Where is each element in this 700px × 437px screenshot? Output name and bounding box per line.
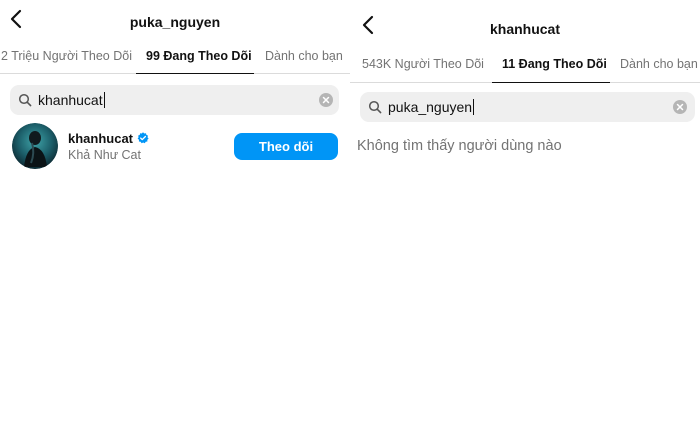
username-text: khanhucat <box>68 131 134 146</box>
tab-followers[interactable]: 543K Người Theo Dõi <box>362 57 484 71</box>
tab-for-you[interactable]: Dành cho bạn <box>265 49 343 63</box>
text-cursor <box>103 92 105 108</box>
text-cursor <box>473 99 475 115</box>
search-input[interactable]: puka_nguyen <box>388 99 475 115</box>
tab-following[interactable]: 11 Đang Theo Dõi <box>502 57 607 71</box>
search-icon <box>18 93 32 107</box>
verified-badge-icon <box>137 132 149 144</box>
search-bar[interactable]: puka_nguyen <box>360 92 695 122</box>
left-screen: puka_nguyen 2 Triệu Người Theo Dõi 99 Đa… <box>0 0 350 437</box>
full-name: Khả Như Cat <box>68 148 141 162</box>
tab-bar: 543K Người Theo Dõi 11 Đang Theo Dõi Dàn… <box>350 45 700 83</box>
avatar[interactable] <box>12 123 58 169</box>
clear-icon <box>676 103 684 111</box>
clear-search-button[interactable] <box>673 100 687 114</box>
tab-bar: 2 Triệu Người Theo Dõi 99 Đang Theo Dõi … <box>0 40 350 74</box>
clear-search-button[interactable] <box>319 93 333 107</box>
tab-followers[interactable]: 2 Triệu Người Theo Dõi <box>1 49 132 63</box>
tab-for-you[interactable]: Dành cho bạn <box>620 57 698 71</box>
active-tab-indicator <box>492 82 610 83</box>
profile-title: puka_nguyen <box>129 14 221 30</box>
search-icon <box>368 100 382 114</box>
tab-following[interactable]: 99 Đang Theo Dõi <box>146 49 252 63</box>
clear-icon <box>322 96 330 104</box>
username[interactable]: khanhucat <box>68 131 149 146</box>
no-results-message: Không tìm thấy người dùng nào <box>357 138 562 154</box>
search-input-value: khanhucat <box>38 92 103 108</box>
active-tab-indicator <box>136 73 254 74</box>
search-input-value: puka_nguyen <box>388 99 473 115</box>
search-bar[interactable]: khanhucat <box>10 85 339 115</box>
avatar-image <box>12 123 58 169</box>
search-input[interactable]: khanhucat <box>38 92 105 108</box>
header: puka_nguyen <box>0 0 350 40</box>
follow-button[interactable]: Theo dõi <box>234 133 338 160</box>
profile-title: khanhucat <box>489 21 560 37</box>
right-screen: khanhucat 543K Người Theo Dõi 11 Đang Th… <box>350 5 700 437</box>
user-result-row[interactable]: khanhucat Khả Như Cat Theo dõi <box>12 123 342 169</box>
header: khanhucat <box>350 5 700 45</box>
